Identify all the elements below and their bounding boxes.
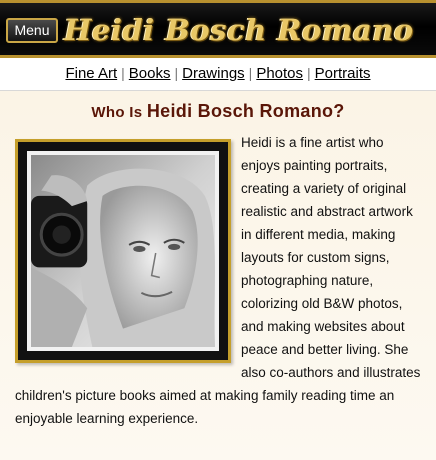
nav-link-fine-art[interactable]: Fine Art — [65, 65, 117, 82]
nav-link-portraits[interactable]: Portraits — [315, 65, 371, 82]
page-heading: Who Is Heidi Bosch Romano? — [0, 101, 436, 122]
nav-separator: | — [248, 65, 253, 81]
nav-link-books[interactable]: Books — [129, 65, 171, 82]
menu-button[interactable]: Menu — [6, 18, 58, 43]
main-nav: Fine Art | Books | Drawings | Photos | Portraits — [0, 58, 436, 91]
nav-link-drawings[interactable]: Drawings — [182, 65, 245, 82]
heading-prefix: Who Is — [91, 104, 143, 121]
portrait-photo-graphic — [31, 155, 215, 347]
main-content: Who Is Heidi Bosch Romano? Heidi is a fi… — [0, 91, 436, 460]
portrait-photo — [27, 151, 219, 351]
nav-separator: | — [307, 65, 311, 81]
heading-name: Heidi Bosch Romano? — [146, 101, 345, 121]
nav-separator: | — [174, 65, 179, 81]
site-logo[interactable]: Heidi Bosch Romano — [64, 7, 414, 53]
nav-separator: | — [121, 65, 125, 81]
site-header: Menu Heidi Bosch Romano — [0, 0, 436, 58]
nav-link-photos[interactable]: Photos — [256, 65, 303, 82]
portrait-photo-frame — [15, 139, 231, 363]
